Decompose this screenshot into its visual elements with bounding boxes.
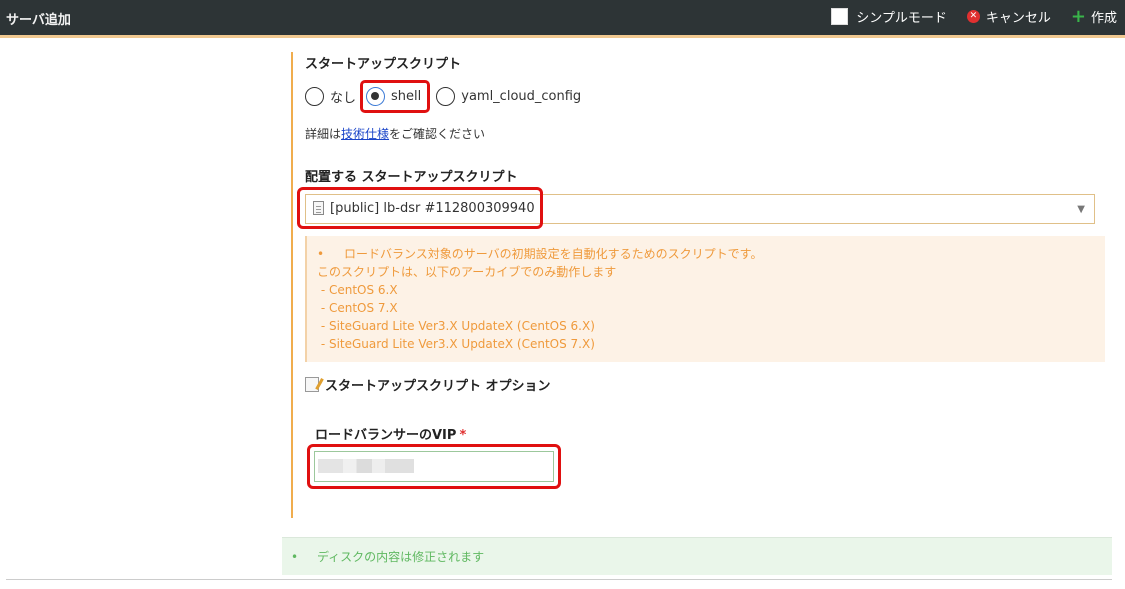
radio-shell-label: shell bbox=[391, 89, 422, 104]
detail-suffix: をご確認ください bbox=[389, 127, 486, 141]
info-line: - CentOS 7.X bbox=[317, 301, 398, 315]
chevron-down-icon[interactable]: ▼ bbox=[1077, 204, 1085, 215]
status-message: • ディスクの内容は修正されます bbox=[282, 537, 1112, 575]
startup-script-radio-group: なし shell yaml_cloud_config bbox=[305, 80, 587, 113]
simple-mode-label: シンプルモード bbox=[856, 11, 947, 26]
script-options-title: スタートアップスクリプト オプション bbox=[305, 375, 551, 394]
create-label: 作成 bbox=[1090, 11, 1117, 26]
info-bullet: • bbox=[317, 247, 325, 261]
info-line: • ロードバランス対象のサーバの初期設定を自動化するためのスクリプトです。 bbox=[317, 245, 1105, 263]
required-mark: * bbox=[459, 428, 467, 443]
radio-yaml-label: yaml_cloud_config bbox=[461, 89, 582, 104]
edit-note-icon bbox=[305, 377, 319, 392]
create-button[interactable]: + 作成 bbox=[1071, 7, 1117, 26]
redacted-value bbox=[318, 459, 414, 473]
status-text: ディスクの内容は修正されます bbox=[317, 550, 485, 564]
radio-yaml[interactable] bbox=[436, 87, 456, 106]
document-icon bbox=[313, 201, 324, 215]
selected-script-highlight[interactable]: [public] lb-dsr #112800309940 bbox=[297, 187, 543, 229]
page-title: サーバ追加 bbox=[6, 13, 71, 28]
radio-none[interactable] bbox=[305, 87, 324, 106]
cancel-label: キャンセル bbox=[985, 11, 1051, 26]
detail-text: 詳細は技術仕様をご確認ください bbox=[305, 125, 485, 142]
startup-script-panel: スタートアップスクリプト なし shell yaml_cloud_config … bbox=[291, 52, 1111, 518]
radio-none-label: なし bbox=[330, 91, 357, 106]
status-bullet: • bbox=[291, 549, 299, 564]
info-line: このスクリプトは、以下のアーカイブでのみ動作します bbox=[317, 265, 617, 279]
vip-label: ロードバランサーのVIP * bbox=[315, 424, 466, 443]
info-line: - CentOS 6.X bbox=[317, 283, 398, 297]
info-line: - SiteGuard Lite Ver3.X UpdateX (CentOS … bbox=[317, 337, 595, 351]
deploy-script-label: 配置する スタートアップスクリプト bbox=[305, 170, 518, 185]
radio-option-yaml[interactable]: yaml_cloud_config bbox=[436, 87, 581, 106]
simple-mode-toggle[interactable]: シンプルモード bbox=[831, 7, 947, 26]
selected-script-value: [public] lb-dsr #112800309940 bbox=[330, 200, 535, 216]
cancel-icon: ✕ bbox=[966, 10, 980, 23]
script-options-label: スタートアップスクリプト オプション bbox=[325, 379, 551, 394]
startup-script-label: スタートアップスクリプト bbox=[305, 57, 462, 72]
vip-label-text: ロードバランサーのVIP bbox=[315, 428, 457, 443]
info-text: ロードバランス対象のサーバの初期設定を自動化するためのスクリプトです。 bbox=[344, 247, 763, 261]
radio-option-none[interactable]: なし bbox=[305, 87, 356, 106]
radio-shell[interactable] bbox=[366, 87, 386, 106]
header-actions: シンプルモード ✕ キャンセル + 作成 bbox=[811, 7, 1117, 26]
detail-prefix: 詳細は bbox=[305, 127, 342, 141]
script-info-box: • ロードバランス対象のサーバの初期設定を自動化するためのスクリプトです。 このス… bbox=[305, 236, 1105, 362]
cancel-button[interactable]: ✕ キャンセル bbox=[966, 7, 1051, 26]
top-bar: サーバ追加 シンプルモード ✕ キャンセル + 作成 bbox=[0, 0, 1125, 38]
tech-spec-link[interactable]: 技術仕様 bbox=[341, 127, 389, 141]
plus-icon: + bbox=[1070, 5, 1086, 27]
divider bbox=[6, 579, 1112, 580]
info-line: - SiteGuard Lite Ver3.X UpdateX (CentOS … bbox=[317, 319, 595, 333]
checkbox-icon[interactable] bbox=[831, 8, 849, 25]
radio-option-shell[interactable]: shell bbox=[360, 80, 431, 113]
